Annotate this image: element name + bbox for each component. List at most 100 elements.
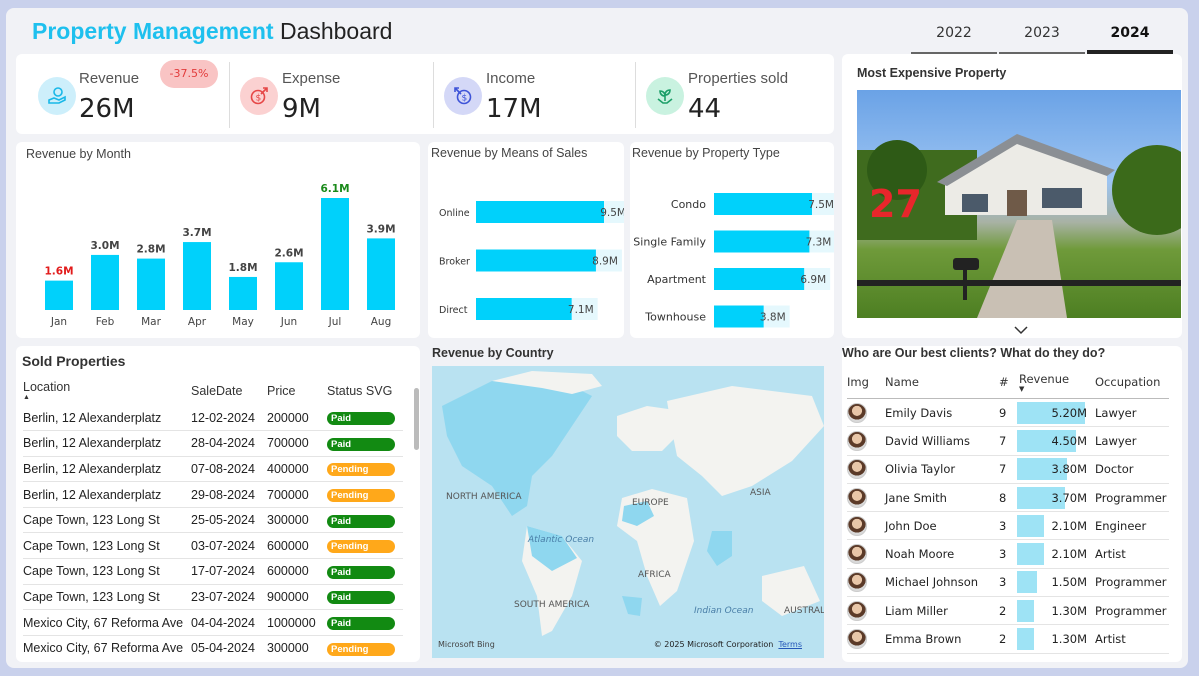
month-bar-label: 2.6M: [274, 247, 303, 259]
table-row[interactable]: Olivia Taylor 7 3.80M Doctor: [847, 455, 1169, 484]
occupation-cell: Lawyer: [1095, 426, 1169, 456]
world-map[interactable]: NORTH AMERICA EUROPE ASIA AFRICA SOUTH A…: [432, 366, 824, 658]
date-cell: 04-04-2024: [191, 609, 267, 636]
revenue-cell: 1.30M: [1017, 596, 1095, 626]
card-title: Most Expensive Property: [857, 66, 1007, 80]
table-row[interactable]: Cape Town, 123 Long St 23-07-2024 900000 Pa…: [23, 583, 403, 610]
title-rest: Dashboard: [273, 18, 393, 44]
avatar: [847, 572, 867, 593]
month-bar: [183, 242, 211, 310]
terms-link[interactable]: Terms: [778, 640, 802, 649]
count-cell: 7: [999, 426, 1017, 456]
name-cell: John Doe: [885, 511, 999, 541]
table-row[interactable]: Mexico City, 67 Reforma Ave 04-04-2024 100…: [23, 609, 403, 636]
name-cell: Jane Smith: [885, 483, 999, 513]
category-label: Direct: [439, 305, 468, 316]
world-map-shapes: [442, 371, 824, 636]
year-tabs: 2022 2023 2024: [911, 16, 1173, 54]
avatar-cell: [847, 483, 885, 513]
table-row[interactable]: Michael Johnson 3 1.50M Programmer: [847, 568, 1169, 598]
month-bar: [137, 258, 165, 310]
category-label: Apartment: [647, 273, 707, 286]
revenue-databar: 1.30M: [1017, 599, 1087, 622]
name-cell: Noah Moore: [885, 539, 999, 569]
bar: [714, 305, 764, 328]
kpi-properties-sold: Properties sold 44: [636, 54, 834, 134]
revenue-cell: 3.70M: [1017, 483, 1095, 513]
table-row[interactable]: Liam Miller 2 1.30M Programmer: [847, 596, 1169, 626]
title-accent: Property Management: [32, 18, 274, 44]
table-row[interactable]: Berlin, 12 Alexanderplatz 12-02-2024 20000…: [23, 405, 403, 431]
status-badge: Paid: [327, 514, 395, 528]
table-row[interactable]: Jane Smith 8 3.70M Programmer: [847, 483, 1169, 513]
table-row[interactable]: Cape Town, 123 Long St 03-07-2024 600000 Pe…: [23, 532, 403, 559]
table-row[interactable]: Cape Town, 123 Long St 17-07-2024 600000 Pa…: [23, 558, 403, 585]
status-badge: Pending: [327, 540, 395, 554]
col-revenue[interactable]: Revenue ▼: [1017, 372, 1095, 399]
coin-arrow-out-icon: $: [240, 77, 278, 115]
table-row[interactable]: Noah Moore 3 2.10M Artist: [847, 539, 1169, 569]
chevron-down-icon[interactable]: [1014, 320, 1028, 335]
location-cell: Mexico City, 67 Reforma Ave: [23, 609, 191, 636]
map-label: SOUTH AMERICA: [514, 600, 590, 610]
revenue-by-month-card: Revenue by Month 1.6M Jan 3.0M Feb 2.8M Mar 3.…: [16, 142, 420, 338]
revenue-value: 1.50M: [1051, 575, 1087, 590]
status-badge: Paid: [327, 412, 395, 426]
revenue-databar: 2.10M: [1017, 514, 1087, 537]
table-row[interactable]: Berlin, 12 Alexanderplatz 07-08-2024 40000…: [23, 455, 403, 482]
table-row[interactable]: Berlin, 12 Alexanderplatz 28-04-2024 70000…: [23, 430, 403, 457]
property-photo: 27: [857, 90, 1181, 318]
col-img[interactable]: Img: [847, 372, 885, 399]
table-row[interactable]: Cape Town, 123 Long St 25-05-2024 300000 Pa…: [23, 506, 403, 533]
location-cell: Berlin, 12 Alexanderplatz: [23, 455, 191, 482]
col-location[interactable]: Location ▲: [23, 380, 191, 405]
date-cell: 12-02-2024: [191, 410, 255, 425]
status-badge: Paid: [327, 437, 395, 451]
avatar: [847, 459, 867, 480]
occupation-cell: Programmer: [1095, 596, 1169, 626]
avatar-cell: [847, 596, 885, 626]
bar-value-label: 7.3M: [806, 237, 832, 249]
table-row[interactable]: Emily Davis 9 5.20M Lawyer: [847, 398, 1169, 428]
tab-2022[interactable]: 2022: [911, 16, 997, 54]
coin-arrow-in-icon: $: [444, 77, 482, 115]
occupation-cell: Lawyer: [1095, 398, 1169, 428]
revenue-by-type-chart: Condo 7.5M Single Family 7.3M Apartment 6.9M T…: [633, 193, 834, 328]
location-cell: Cape Town, 123 Long St: [23, 583, 191, 610]
col-status[interactable]: Status SVG: [327, 380, 403, 405]
revenue-value: 1.30M: [1051, 632, 1087, 647]
revenue-databar: 2.10M: [1017, 543, 1087, 566]
month-tick-label: Apr: [188, 316, 207, 328]
table-row[interactable]: Mexico City, 67 Reforma Ave 05-04-2024 300…: [23, 634, 403, 661]
month-bar-label: 3.0M: [90, 240, 119, 252]
tab-2024[interactable]: 2024: [1087, 16, 1173, 54]
table-row[interactable]: Berlin, 12 Alexanderplatz 29-08-2024 70000…: [23, 481, 403, 508]
col-saledate[interactable]: SaleDate: [191, 380, 267, 405]
col-price[interactable]: Price: [267, 380, 327, 405]
scrollbar[interactable]: [414, 388, 419, 450]
col-revenue-label: Revenue: [1019, 372, 1070, 386]
col-count[interactable]: #: [999, 372, 1017, 399]
status-cell: Paid: [327, 430, 403, 457]
price-cell: 600000: [267, 532, 327, 559]
sold-properties-card: Sold Properties Location ▲ SaleDate Price…: [16, 346, 420, 662]
table-row[interactable]: Emma Brown 2 1.30M Artist: [847, 624, 1169, 654]
kpi-income-value: 17M: [486, 94, 542, 124]
table-row[interactable]: David Williams 7 4.50M Lawyer: [847, 426, 1169, 456]
location-cell: Berlin, 12 Alexanderplatz: [23, 410, 162, 425]
table-row[interactable]: John Doe 3 2.10M Engineer: [847, 511, 1169, 541]
count-cell: 3: [999, 568, 1017, 598]
tab-2023[interactable]: 2023: [999, 16, 1085, 54]
revenue-cell: 2.10M: [1017, 539, 1095, 569]
kpi-card: Revenue 26M -37.5% $ Expense 9M $ Income…: [16, 54, 834, 134]
sort-desc-icon[interactable]: ▼: [1019, 386, 1095, 393]
month-tick-label: Jul: [328, 316, 342, 328]
status-cell: Paid: [327, 506, 403, 533]
month-bar-label: 1.8M: [228, 262, 257, 274]
col-name[interactable]: Name: [885, 372, 999, 399]
category-label: Townhouse: [644, 311, 706, 324]
most-expensive-card: Most Expensive Property 27: [842, 54, 1182, 338]
col-occupation[interactable]: Occupation: [1095, 372, 1169, 399]
count-cell: 2: [999, 624, 1017, 654]
sort-asc-icon[interactable]: ▲: [23, 394, 191, 401]
